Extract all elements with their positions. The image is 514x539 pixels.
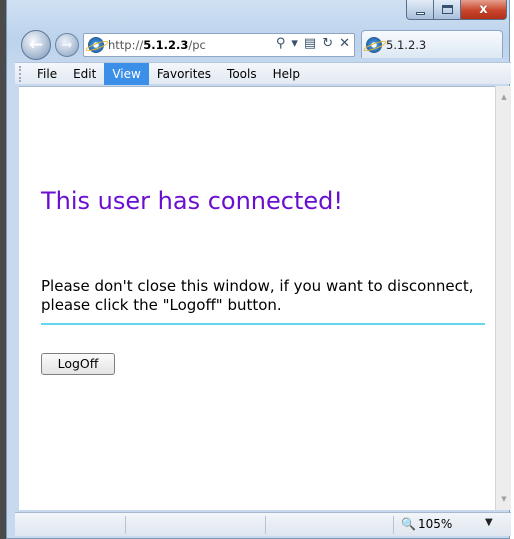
back-arrow-icon: ← [28, 35, 44, 55]
status-separator [393, 516, 394, 534]
minimize-button[interactable] [406, 0, 434, 20]
dropdown-icon[interactable]: ▾ [291, 36, 298, 51]
menu-tools[interactable]: Tools [219, 63, 265, 85]
logoff-button[interactable]: LogOff [41, 353, 115, 375]
browser-tab[interactable]: 5.1.2.3 [361, 30, 503, 58]
status-separator [265, 516, 266, 534]
refresh-icon[interactable]: ↻ [322, 36, 333, 51]
close-button[interactable]: x [461, 0, 507, 20]
url-host: 5.1.2.3 [143, 38, 189, 52]
tab-title: 5.1.2.3 [386, 37, 427, 52]
ie-page-icon [88, 37, 104, 53]
search-icon[interactable]: ⚲ [276, 36, 286, 51]
zoom-level: 105% [417, 517, 453, 531]
zoom-icon: 🔍 [401, 517, 416, 531]
menu-file[interactable]: File [29, 63, 65, 85]
zoom-control[interactable]: 🔍 105% [401, 517, 452, 531]
browser-window: x ← → http://5.1.2.3/pc ⚲ ▾ ▤ ↻ ✕ 5.1.2.… [6, 0, 511, 539]
status-separator [125, 516, 126, 534]
back-button[interactable]: ← [21, 30, 51, 60]
tab-ie-icon [366, 36, 382, 53]
scroll-down-arrow-icon[interactable]: ▼ [496, 492, 512, 506]
scroll-up-arrow-icon[interactable]: ▲ [496, 90, 512, 104]
page-content: This user has connected! Please don't cl… [19, 86, 495, 510]
zoom-dropdown-icon[interactable]: ▼ [485, 517, 493, 528]
caption-buttons: x [406, 0, 507, 22]
logoff-instructions: Please don't close this window, if you w… [41, 277, 474, 314]
maximize-button[interactable] [434, 0, 461, 20]
menu-help[interactable]: Help [265, 63, 308, 85]
url-suffix: /pc [188, 38, 206, 52]
forward-button[interactable]: → [55, 33, 79, 57]
url-prefix: http:// [108, 38, 144, 52]
forward-arrow-icon: → [61, 37, 73, 53]
menu-bar: File Edit View Favorites Tools Help [15, 62, 511, 85]
address-bar[interactable]: http://5.1.2.3/pc ⚲ ▾ ▤ ↻ ✕ [83, 33, 355, 57]
toolbar-grip-icon [19, 65, 25, 82]
maximize-icon [441, 5, 453, 14]
compat-icon[interactable]: ▤ [304, 36, 316, 51]
vertical-scrollbar[interactable]: ▲ ▼ [495, 86, 511, 510]
minimize-icon [415, 11, 425, 15]
menu-favorites[interactable]: Favorites [149, 63, 219, 85]
divider [41, 323, 485, 325]
stop-icon[interactable]: ✕ [339, 36, 350, 51]
navigation-bar: ← → http://5.1.2.3/pc ⚲ ▾ ▤ ↻ ✕ 5.1.2.3 [17, 30, 507, 60]
menu-edit[interactable]: Edit [65, 63, 104, 85]
address-bar-icons: ⚲ ▾ ▤ ↻ ✕ [276, 36, 350, 51]
menu-view[interactable]: View [104, 62, 149, 85]
connected-heading: This user has connected! [41, 187, 343, 215]
status-bar: 🔍 105% ▼ [15, 512, 511, 536]
close-icon: x [479, 2, 488, 17]
